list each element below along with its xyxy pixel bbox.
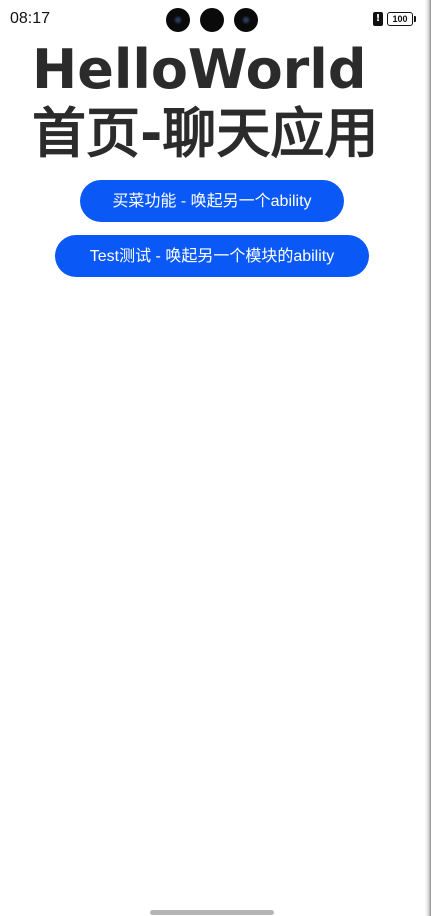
status-time: 08:17 (10, 10, 51, 27)
sensor-icon (200, 8, 224, 32)
status-bar: 08:17 ! 100 (0, 0, 431, 40)
battery-icon: 100 (387, 12, 416, 26)
status-indicators: ! 100 (373, 12, 416, 26)
alert-icon: ! (373, 12, 383, 26)
front-camera-icon (234, 8, 258, 32)
home-indicator[interactable] (150, 910, 274, 915)
test-module-ability-button[interactable]: Test测试 - 唤起另一个模块的ability (55, 235, 369, 277)
battery-level: 100 (392, 14, 408, 24)
screen-edge (425, 0, 431, 916)
grocery-ability-button[interactable]: 买菜功能 - 唤起另一个ability (80, 180, 344, 222)
page-title: HelloWorld 首页-聊天应用 (32, 38, 379, 165)
front-camera-icon (166, 8, 190, 32)
phone-screen: 08:17 ! 100 HelloWorld 首页-聊天应用 买菜功能 - 唤起… (0, 0, 431, 916)
